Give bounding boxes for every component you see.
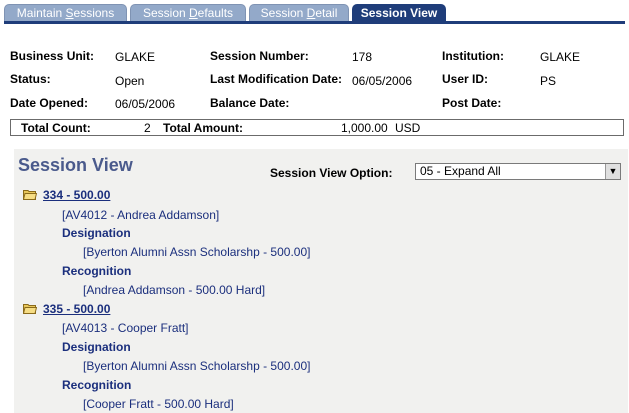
user-id-value: PS xyxy=(540,74,557,88)
session-view-option-label: Session View Option: xyxy=(270,166,393,180)
tab-session-view[interactable]: Session View xyxy=(352,4,446,21)
constituent-entry: [AV4013 - Cooper Fratt] xyxy=(62,321,189,335)
tab-session-defaults[interactable]: Session Defaults xyxy=(130,4,246,21)
session-view-option-value: 05 - Expand All xyxy=(420,164,501,178)
folder-open-icon[interactable] xyxy=(23,303,37,314)
session-number-value: 178 xyxy=(352,50,373,64)
session-view-option-select[interactable]: 05 - Expand All ▼ xyxy=(415,163,621,180)
tabs-underline xyxy=(4,21,625,24)
institution-label: Institution: xyxy=(442,49,504,63)
business-unit-value: GLAKE xyxy=(115,50,156,64)
folder-open-icon[interactable] xyxy=(23,189,37,200)
recognition-entry: [Andrea Addamson - 500.00 Hard] xyxy=(83,283,266,297)
designation-entry: [Byerton Alumni Assn Scholarshp - 500.00… xyxy=(83,245,311,259)
tab-maintain-sessions[interactable]: Maintain Sessions xyxy=(4,4,127,21)
designation-entry: [Byerton Alumni Assn Scholarshp - 500.00… xyxy=(83,359,311,373)
date-opened-value: 06/05/2006 xyxy=(115,97,176,111)
total-count-value: 2 xyxy=(144,121,151,135)
status-value: Open xyxy=(115,74,145,88)
last-modification-date-value: 06/05/2006 xyxy=(352,74,413,88)
tab-session-detail[interactable]: Session Detail xyxy=(249,4,349,21)
recognition-entry: [Cooper Fratt - 500.00 Hard] xyxy=(83,397,234,411)
user-id-label: User ID: xyxy=(442,72,489,86)
designation-heading: Designation xyxy=(62,340,131,354)
date-opened-label: Date Opened: xyxy=(10,96,89,110)
total-amount-currency: USD xyxy=(395,121,421,135)
page-tabs: Maintain Sessions Session Defaults Sessi… xyxy=(4,4,625,24)
totals-bar: Total Count: 2 Total Amount: 1,000.00 US… xyxy=(10,119,624,136)
recognition-heading: Recognition xyxy=(62,378,132,392)
status-label: Status: xyxy=(10,72,51,86)
dropdown-arrow-icon[interactable]: ▼ xyxy=(605,164,620,179)
total-amount-value: 1,000.00 xyxy=(341,121,388,135)
session-view-panel: Session View Session View Option: 05 - E… xyxy=(14,149,628,413)
institution-value: GLAKE xyxy=(540,50,581,64)
recognition-heading: Recognition xyxy=(62,264,132,278)
balance-date-label: Balance Date: xyxy=(210,96,290,110)
transaction-link[interactable]: 335 - 500.00 xyxy=(43,302,110,316)
transaction-link[interactable]: 334 - 500.00 xyxy=(43,188,110,202)
business-unit-label: Business Unit: xyxy=(10,49,95,63)
session-view-title: Session View xyxy=(18,155,133,175)
post-date-label: Post Date: xyxy=(442,96,502,110)
last-modification-date-label: Last Modification Date: xyxy=(210,72,343,86)
total-count-label: Total Count: xyxy=(21,121,91,135)
total-amount-label: Total Amount: xyxy=(163,121,243,135)
constituent-entry: [AV4012 - Andrea Addamson] xyxy=(62,208,220,222)
session-number-label: Session Number: xyxy=(210,49,309,63)
designation-heading: Designation xyxy=(62,226,131,240)
